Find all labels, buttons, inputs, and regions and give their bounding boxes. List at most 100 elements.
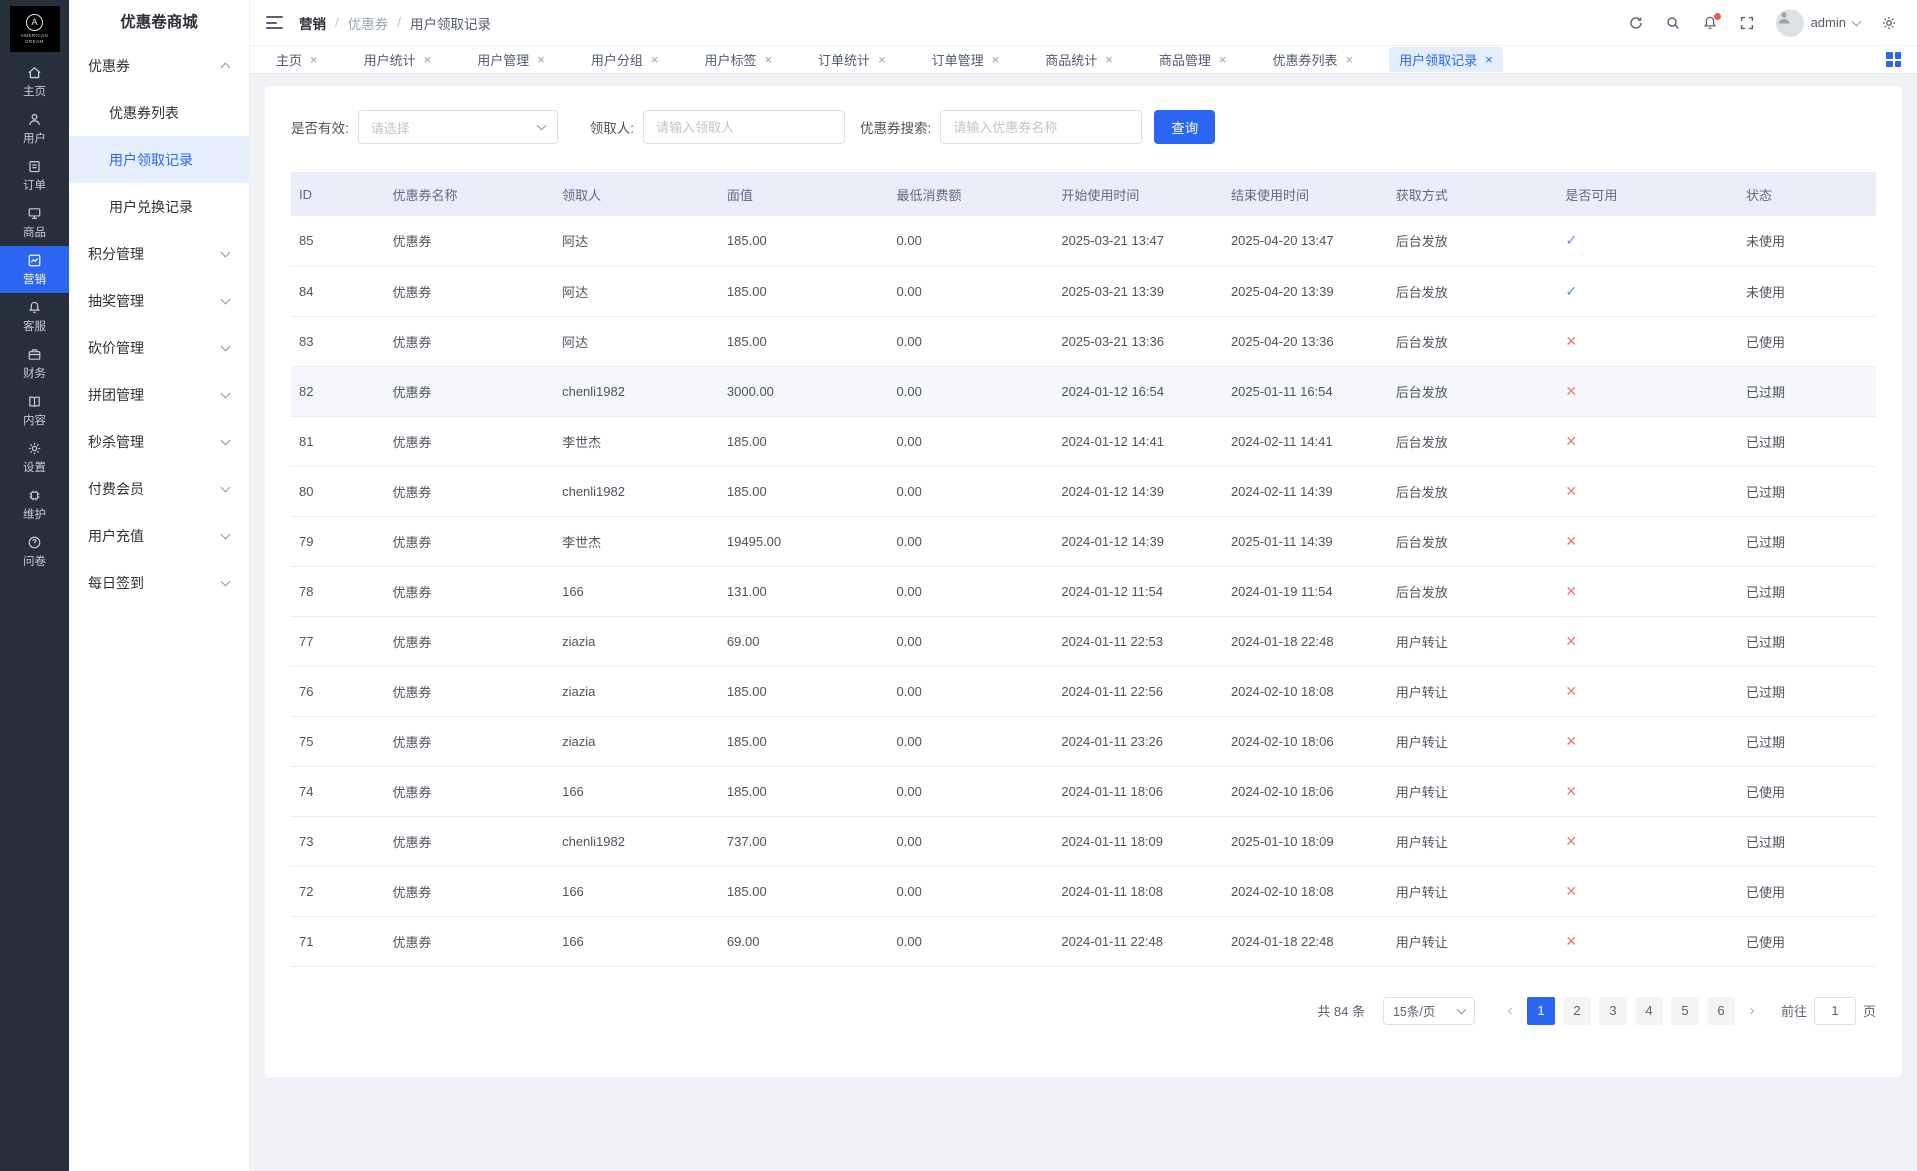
- book-icon: [29, 395, 40, 407]
- page-number-button[interactable]: 6: [1706, 996, 1735, 1025]
- menu-redeem-records[interactable]: 用户兑换记录: [69, 183, 249, 230]
- close-tab-icon[interactable]: ×: [1219, 53, 1227, 66]
- page-size-select[interactable]: 15条/页: [1382, 996, 1475, 1025]
- breadcrumb-claim-records[interactable]: 用户领取记录: [410, 13, 491, 33]
- breadcrumb-marketing[interactable]: 营销: [299, 13, 326, 33]
- menu-points[interactable]: 积分管理: [69, 230, 249, 277]
- menu-groupbuy[interactable]: 拼团管理: [69, 371, 249, 418]
- cell-face-value: 131.00: [718, 566, 889, 617]
- cell-min-spend: 0.00: [888, 616, 1054, 667]
- rail-item-maintenance[interactable]: 维护: [0, 481, 69, 528]
- rail-item-finance[interactable]: 财务: [0, 340, 69, 387]
- tab[interactable]: 主页 ×: [266, 47, 328, 72]
- tab-grid-icon[interactable]: [1886, 52, 1901, 67]
- menu-coupon-list[interactable]: 优惠券列表: [69, 89, 249, 136]
- menu-recharge[interactable]: 用户充值: [69, 512, 249, 559]
- rail-item-products[interactable]: 商品: [0, 199, 69, 246]
- tab[interactable]: 优惠券列表 ×: [1262, 47, 1363, 72]
- prev-page-button[interactable]: ‹: [1497, 997, 1523, 1025]
- cell-usable: ✓ ✕: [1557, 266, 1739, 317]
- menu-daily-signin[interactable]: 每日签到: [69, 559, 249, 606]
- tab[interactable]: 商品管理 ×: [1149, 47, 1237, 72]
- tab[interactable]: 订单管理 ×: [922, 47, 1010, 72]
- valid-select[interactable]: 请选择: [357, 110, 558, 144]
- rail-item-marketing[interactable]: 营销: [0, 246, 69, 293]
- tab[interactable]: 用户管理 ×: [467, 47, 555, 72]
- page-number-button[interactable]: 1: [1526, 996, 1555, 1025]
- menu-flashsale[interactable]: 秒杀管理: [69, 418, 249, 465]
- cell-acquire-method: 用户转让: [1387, 816, 1558, 867]
- close-tab-icon[interactable]: ×: [1485, 53, 1493, 66]
- menu-bargain[interactable]: 砍价管理: [69, 324, 249, 371]
- cell-acquire-method: 后台发放: [1387, 466, 1558, 517]
- cell-coupon-name: 优惠券: [384, 716, 555, 767]
- cell-status: 已使用: [1738, 766, 1876, 817]
- collapse-sidebar-icon[interactable]: [266, 16, 283, 29]
- page-number-button[interactable]: 5: [1670, 996, 1699, 1025]
- close-tab-icon[interactable]: ×: [310, 53, 318, 66]
- goto-page-input[interactable]: [1813, 996, 1856, 1025]
- not-usable-cross-icon: ✕: [1565, 682, 1578, 699]
- page-number-button[interactable]: 3: [1598, 996, 1627, 1025]
- page-number-button[interactable]: 4: [1634, 996, 1663, 1025]
- close-tab-icon[interactable]: ×: [1346, 53, 1354, 66]
- fullscreen-icon[interactable]: [1739, 15, 1755, 31]
- refresh-icon[interactable]: [1628, 15, 1644, 31]
- tab[interactable]: 用户统计 ×: [354, 47, 442, 72]
- secondary-sidebar: 优惠卷商城 优惠券 优惠券列表 用户领取记录 用户兑换记录 积分管理 抽奖管理 …: [69, 0, 250, 1171]
- menu-coupon-group[interactable]: 优惠券: [69, 42, 249, 89]
- page-number-button[interactable]: 2: [1562, 996, 1591, 1025]
- cell-usable: ✓ ✕: [1557, 916, 1739, 967]
- tab[interactable]: 商品统计 ×: [1035, 47, 1123, 72]
- cell-acquire-method: 后台发放: [1387, 216, 1558, 267]
- receiver-filter-label: 领取人:: [589, 121, 635, 136]
- cell-face-value: 185.00: [718, 216, 889, 267]
- cell-id: 84: [291, 266, 385, 317]
- search-button[interactable]: 查询: [1154, 110, 1216, 144]
- rail-item-service[interactable]: 客服: [0, 293, 69, 340]
- rail-item-users[interactable]: 用户: [0, 105, 69, 152]
- settings-gear-icon[interactable]: [1881, 15, 1897, 31]
- coupon-search-input[interactable]: [940, 110, 1143, 144]
- logo-monogram: A: [26, 13, 43, 31]
- user-menu[interactable]: admin: [1775, 8, 1862, 37]
- cell-start-time: 2024-01-11 22:56: [1053, 666, 1223, 717]
- search-icon[interactable]: [1665, 15, 1681, 31]
- menu-claim-records[interactable]: 用户领取记录: [69, 136, 249, 183]
- close-tab-icon[interactable]: ×: [878, 53, 886, 66]
- close-tab-icon[interactable]: ×: [424, 53, 432, 66]
- menu-lottery[interactable]: 抽奖管理: [69, 277, 249, 324]
- cell-status: 已过期: [1738, 716, 1876, 767]
- menu-paid-member[interactable]: 付费会员: [69, 465, 249, 512]
- cell-min-spend: 0.00: [888, 916, 1054, 967]
- breadcrumb-coupon[interactable]: 优惠券: [348, 13, 389, 33]
- close-tab-icon[interactable]: ×: [1105, 53, 1113, 66]
- table-row: 71 优惠券 166 69.00 0.00 2024-01-11 22:48 2…: [291, 916, 1876, 967]
- tab[interactable]: 用户标签 ×: [694, 47, 782, 72]
- table-row: 75 优惠券 ziazia 185.00 0.00 2024-01-11 23:…: [291, 716, 1876, 767]
- rail-item-orders[interactable]: 订单: [0, 152, 69, 199]
- rail-item-home[interactable]: 主页: [0, 58, 69, 105]
- rail-item-settings[interactable]: 设置: [0, 434, 69, 481]
- cell-end-time: 2025-01-11 14:39: [1222, 516, 1388, 567]
- col-status: 状态: [1738, 172, 1876, 216]
- cell-min-spend: 0.00: [888, 566, 1054, 617]
- notification-bell-icon[interactable]: [1702, 12, 1721, 31]
- not-usable-cross-icon: ✕: [1565, 932, 1578, 949]
- cell-min-spend: 0.00: [888, 366, 1054, 417]
- rail-item-survey[interactable]: 问卷: [0, 528, 69, 575]
- cell-face-value: 185.00: [718, 416, 889, 467]
- close-tab-icon[interactable]: ×: [651, 53, 659, 66]
- close-tab-icon[interactable]: ×: [992, 53, 1000, 66]
- cell-min-spend: 0.00: [888, 316, 1054, 367]
- tab[interactable]: 用户分组 ×: [581, 47, 669, 72]
- tab[interactable]: 用户领取记录 ×: [1389, 47, 1503, 72]
- receiver-input[interactable]: [643, 110, 846, 144]
- tab[interactable]: 订单统计 ×: [808, 47, 896, 72]
- cell-usable: ✓ ✕: [1557, 216, 1739, 267]
- close-tab-icon[interactable]: ×: [537, 53, 545, 66]
- rail-item-content[interactable]: 内容: [0, 387, 69, 434]
- close-tab-icon[interactable]: ×: [764, 53, 772, 66]
- cell-receiver: ziazia: [554, 666, 719, 717]
- next-page-button[interactable]: ›: [1739, 997, 1765, 1025]
